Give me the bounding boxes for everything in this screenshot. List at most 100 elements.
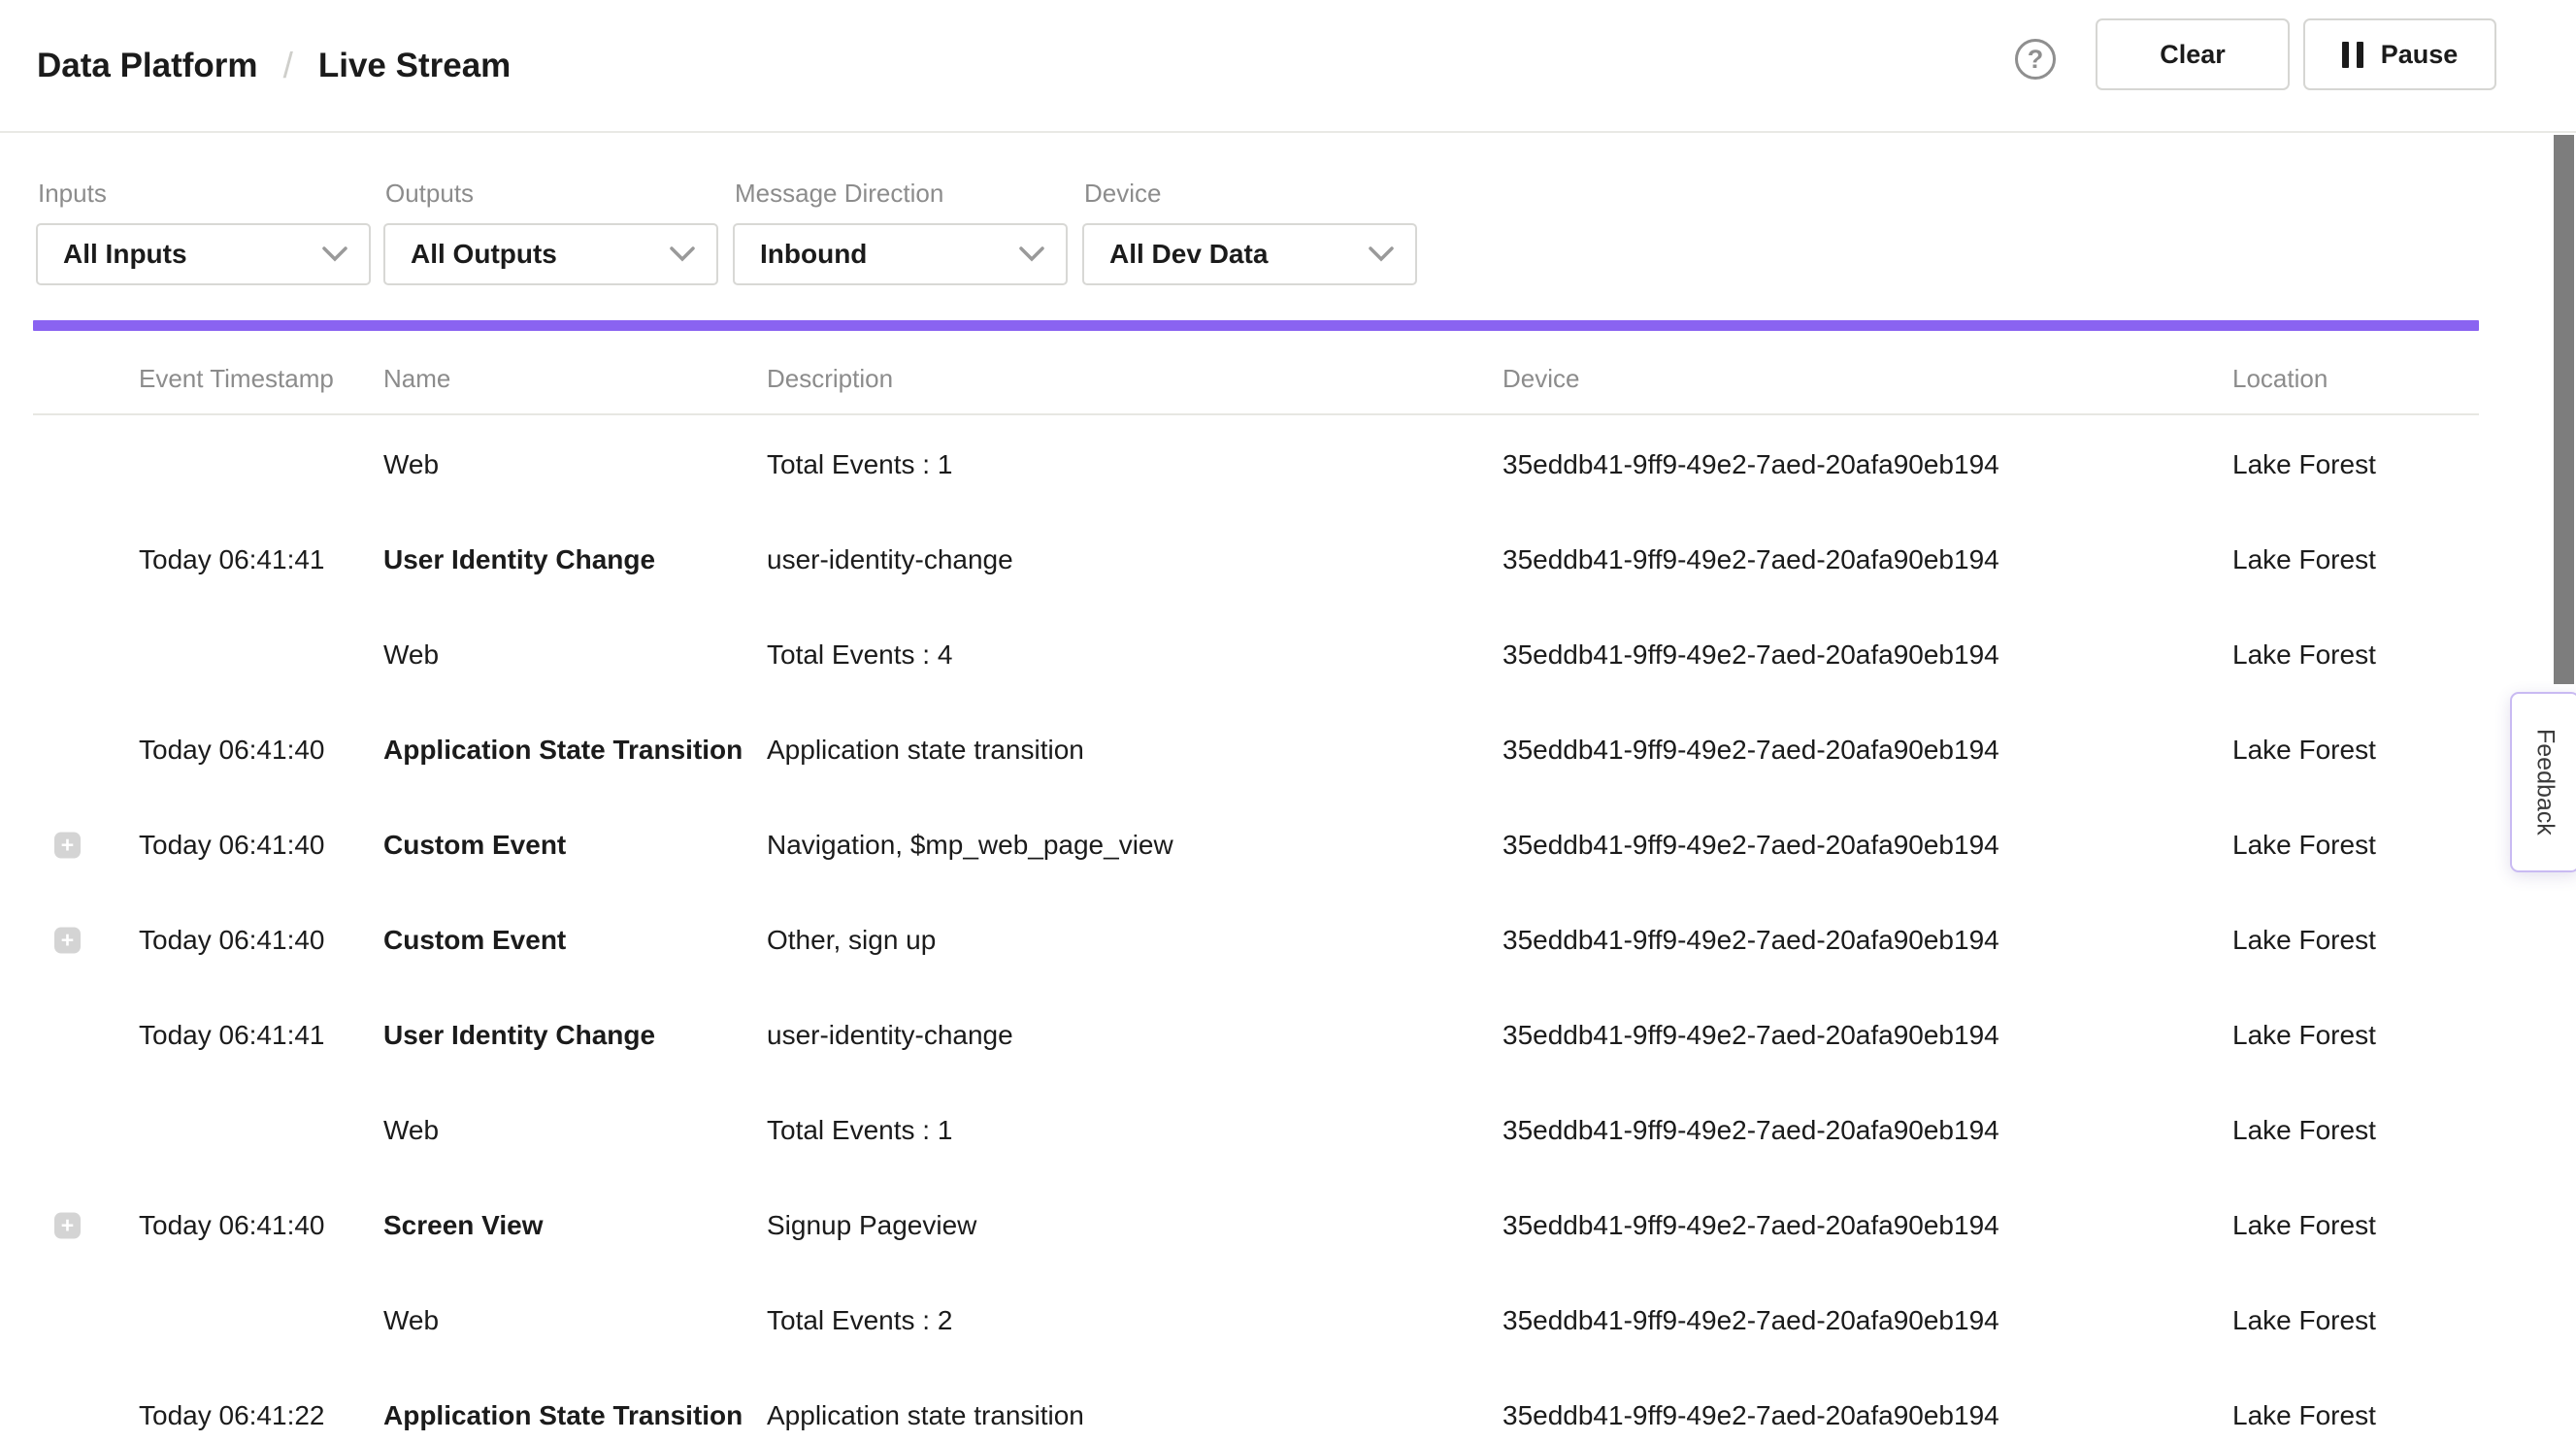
event-description: Navigation, $mp_web_page_view [767,798,1173,893]
event-name: Custom Event [383,798,566,893]
event-description: Total Events : 1 [767,1083,952,1178]
event-description: Total Events : 4 [767,607,952,703]
event-device-id: 35eddb41-9ff9-49e2-7aed-20afa90eb194 [1503,1178,1999,1273]
vertical-scrollbar-thumb[interactable] [2554,135,2574,684]
chevron-down-icon [1019,246,1044,262]
event-device-id: 35eddb41-9ff9-49e2-7aed-20afa90eb194 [1503,1368,1999,1442]
filter-outputs: Outputs All Outputs [383,179,718,285]
chevron-down-icon [322,246,347,262]
page-title: Live Stream [318,47,511,85]
outputs-dropdown[interactable]: All Outputs [383,223,718,285]
event-location: Lake Forest [2232,1083,2376,1178]
event-location: Lake Forest [2232,1273,2376,1368]
table-header: Event Timestamp Name Description Device … [33,347,2479,415]
filter-inputs: Inputs All Inputs [36,179,371,285]
filter-message-direction: Message Direction Inbound [733,179,1068,285]
clear-button[interactable]: Clear [2096,18,2290,90]
table-row: Web Total Events : 1 35eddb41-9ff9-49e2-… [33,417,2479,512]
event-timestamp: Today 06:41:40 [139,703,325,798]
event-name: Web [383,607,439,703]
event-location: Lake Forest [2232,703,2376,798]
event-location: Lake Forest [2232,1178,2376,1273]
help-icon[interactable]: ? [2015,39,2056,80]
table-row: Web Total Events : 4 35eddb41-9ff9-49e2-… [33,607,2479,703]
table-row: Today 06:41:40 Application State Transit… [33,703,2479,798]
event-name: Web [383,1083,439,1178]
clear-button-label: Clear [2160,40,2226,70]
event-device-id: 35eddb41-9ff9-49e2-7aed-20afa90eb194 [1503,893,1999,988]
table-row: + Today 06:41:40 Screen View Signup Page… [33,1178,2479,1273]
event-location: Lake Forest [2232,417,2376,512]
event-device-id: 35eddb41-9ff9-49e2-7aed-20afa90eb194 [1503,607,1999,703]
event-device-id: 35eddb41-9ff9-49e2-7aed-20afa90eb194 [1503,1083,1999,1178]
event-description: Total Events : 2 [767,1273,952,1368]
expand-button[interactable]: + [54,1213,81,1239]
table-row: + Today 06:41:40 Custom Event Other, sig… [33,893,2479,988]
expand-button[interactable]: + [54,928,81,954]
pause-icon [2342,42,2363,68]
event-device-id: 35eddb41-9ff9-49e2-7aed-20afa90eb194 [1503,1273,1999,1368]
column-header-name: Name [383,364,450,394]
event-name: Web [383,417,439,512]
event-name: User Identity Change [383,512,655,607]
pause-button[interactable]: Pause [2303,18,2496,90]
chevron-down-icon [1369,246,1394,262]
event-name: Custom Event [383,893,566,988]
column-header-description: Description [767,364,893,394]
event-name: User Identity Change [383,988,655,1083]
event-location: Lake Forest [2232,512,2376,607]
event-timestamp: Today 06:41:40 [139,1178,325,1273]
page-header: Data Platform / Live Stream ? Clear Paus… [0,0,2576,133]
inputs-dropdown[interactable]: All Inputs [36,223,371,285]
column-header-event-timestamp: Event Timestamp [139,364,334,394]
breadcrumb-section[interactable]: Data Platform [37,47,258,85]
filter-inputs-label: Inputs [38,179,371,209]
pause-button-label: Pause [2381,40,2459,70]
column-header-device: Device [1503,364,1579,394]
outputs-dropdown-value: All Outputs [411,239,557,270]
table-row: + Today 06:41:40 Custom Event Navigation… [33,798,2479,893]
feedback-tab[interactable]: Feedback [2510,692,2576,872]
event-table-body: Web Total Events : 1 35eddb41-9ff9-49e2-… [33,417,2479,1442]
event-location: Lake Forest [2232,988,2376,1083]
live-stream-page: Data Platform / Live Stream ? Clear Paus… [0,0,2576,1442]
event-device-id: 35eddb41-9ff9-49e2-7aed-20afa90eb194 [1503,988,1999,1083]
event-name: Application State Transition [383,1368,743,1442]
event-name: Web [383,1273,439,1368]
table-row: Web Total Events : 2 35eddb41-9ff9-49e2-… [33,1273,2479,1368]
breadcrumb-separator: / [283,46,293,86]
table-row: Today 06:41:22 Application State Transit… [33,1368,2479,1442]
event-description: Other, sign up [767,893,936,988]
event-description: Signup Pageview [767,1178,976,1273]
event-location: Lake Forest [2232,893,2376,988]
help-glyph: ? [2028,45,2044,75]
filter-message-direction-label: Message Direction [735,179,1068,209]
event-description: Total Events : 1 [767,417,952,512]
event-device-id: 35eddb41-9ff9-49e2-7aed-20afa90eb194 [1503,512,1999,607]
chevron-down-icon [670,246,695,262]
event-name: Screen View [383,1178,543,1273]
column-header-location: Location [2232,364,2328,394]
event-timestamp: Today 06:41:41 [139,988,325,1083]
device-dropdown[interactable]: All Dev Data [1082,223,1417,285]
stream-progress-bar [33,320,2479,331]
table-row: Today 06:41:41 User Identity Change user… [33,512,2479,607]
event-description: user-identity-change [767,988,1013,1083]
event-name: Application State Transition [383,703,743,798]
event-timestamp: Today 06:41:40 [139,798,325,893]
event-description: Application state transition [767,703,1084,798]
expand-button[interactable]: + [54,833,81,859]
message-direction-dropdown[interactable]: Inbound [733,223,1068,285]
breadcrumb: Data Platform / Live Stream [37,0,511,131]
filter-outputs-label: Outputs [385,179,718,209]
event-timestamp: Today 06:41:41 [139,512,325,607]
event-location: Lake Forest [2232,798,2376,893]
event-timestamp: Today 06:41:40 [139,893,325,988]
event-timestamp: Today 06:41:22 [139,1368,325,1442]
filter-device-label: Device [1084,179,1417,209]
filter-device: Device All Dev Data [1082,179,1417,285]
event-device-id: 35eddb41-9ff9-49e2-7aed-20afa90eb194 [1503,798,1999,893]
event-location: Lake Forest [2232,607,2376,703]
message-direction-dropdown-value: Inbound [760,239,867,270]
event-device-id: 35eddb41-9ff9-49e2-7aed-20afa90eb194 [1503,703,1999,798]
